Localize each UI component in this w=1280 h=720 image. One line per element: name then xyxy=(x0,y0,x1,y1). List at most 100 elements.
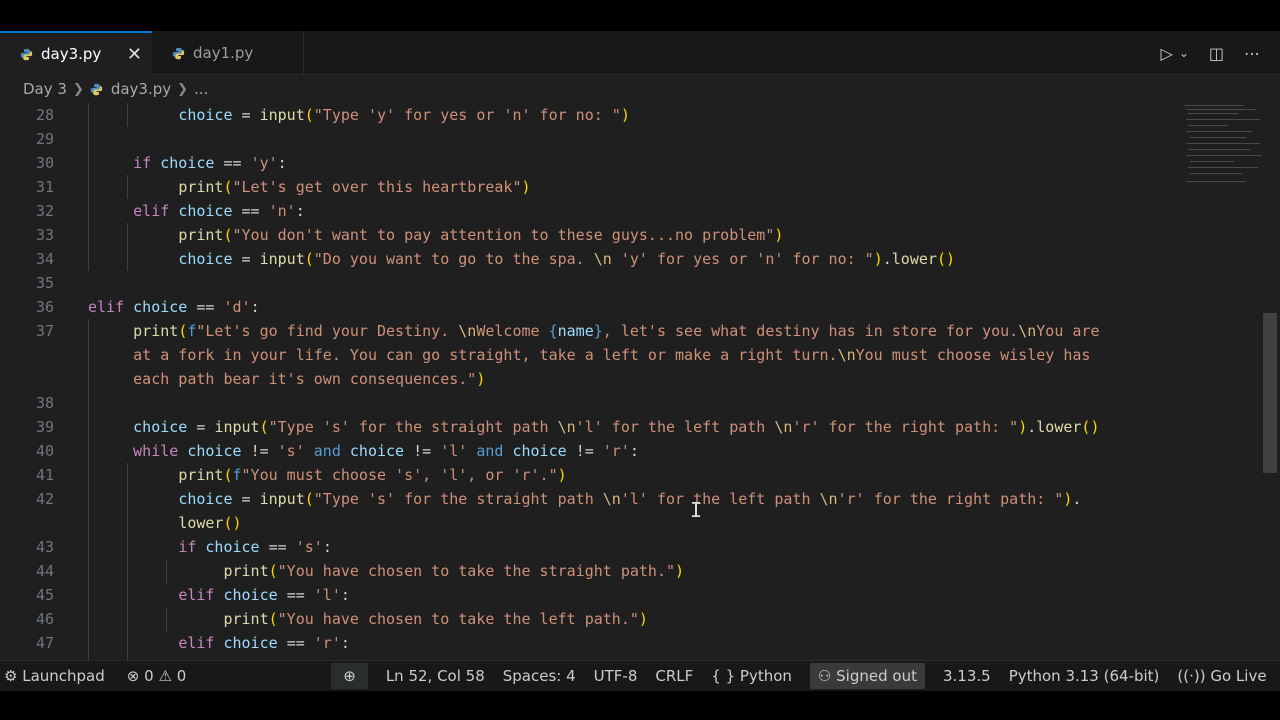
vertical-scrollbar[interactable] xyxy=(1263,313,1277,473)
launchpad-item[interactable]: ⚙ Launchpad xyxy=(4,667,105,685)
interpreter[interactable]: Python 3.13 (64-bit) xyxy=(1009,667,1160,685)
close-icon[interactable]: ✕ xyxy=(127,44,142,65)
line-number: 29 xyxy=(35,130,54,148)
code-line: print("Let's get over this heartbreak") xyxy=(178,178,531,196)
code-line: choice = input("Type 's' for the straigh… xyxy=(178,490,1082,508)
line-number: 38 xyxy=(35,394,54,412)
minimap-line xyxy=(1184,105,1244,106)
python-file-icon xyxy=(20,48,33,60)
code-line: elif choice == 'n': xyxy=(133,202,305,220)
line-number: 43 xyxy=(35,538,54,556)
minimap-line xyxy=(1186,181,1246,182)
code-editor[interactable]: 28 29 30 31 32 33 34 35 36 37 38 39 40 4… xyxy=(0,103,1280,660)
error-count: 0 xyxy=(144,667,154,685)
encoding[interactable]: UTF-8 xyxy=(594,667,638,685)
code-line: elif choice == 'd': xyxy=(88,298,260,316)
code-line: if choice == 'y': xyxy=(133,154,287,172)
chevron-right-icon: ❯ xyxy=(177,81,189,97)
line-number: 30 xyxy=(35,154,54,172)
minimap-line xyxy=(1188,125,1228,126)
language-mode[interactable]: { } Python xyxy=(711,667,792,685)
run-icon[interactable]: ▷ xyxy=(1161,44,1173,63)
code-line: choice = input("Do you want to go to the… xyxy=(178,250,955,268)
minimap-line xyxy=(1186,131,1252,132)
launchpad-label: Launchpad xyxy=(22,667,105,685)
line-number: 33 xyxy=(35,226,54,244)
code-area[interactable]: choice = input("Type 'y' for yes or 'n' … xyxy=(88,103,1178,660)
minimap-line xyxy=(1188,113,1238,114)
minimap-line xyxy=(1188,167,1258,168)
line-number: 31 xyxy=(35,178,54,196)
line-number: 47 xyxy=(35,634,54,652)
chevron-right-icon: ❯ xyxy=(72,81,84,97)
python-file-icon xyxy=(172,47,185,59)
minimap-line xyxy=(1186,155,1262,156)
cursor-position[interactable]: Ln 52, Col 58 xyxy=(386,667,485,685)
code-line: print("You have chosen to take the strai… xyxy=(223,562,685,580)
error-icon: ⊗ xyxy=(126,667,140,685)
minimap-line xyxy=(1190,137,1246,138)
code-line: print("You don't want to pay attention t… xyxy=(178,226,784,244)
account-label: Signed out xyxy=(836,667,917,685)
warning-icon: ⚠ xyxy=(158,667,172,685)
broadcast-icon: ((·)) xyxy=(1177,667,1206,685)
breadcrumb-folder[interactable]: Day 3 xyxy=(23,80,67,98)
go-live-item[interactable]: ((·)) Go Live xyxy=(1177,667,1266,685)
indentation[interactable]: Spaces: 4 xyxy=(503,667,576,685)
code-line: while choice != 's' and choice != 'l' an… xyxy=(133,442,639,460)
problems-item[interactable]: ⊗ 0 ⚠ 0 xyxy=(127,667,186,685)
line-number: 41 xyxy=(35,466,54,484)
line-number: 32 xyxy=(35,202,54,220)
line-number: 39 xyxy=(35,418,54,436)
line-number: 35 xyxy=(35,274,54,292)
breadcrumb: Day 3 ❯ day3.py ❯ ... xyxy=(0,75,1280,103)
window-top-bar xyxy=(0,0,1280,31)
code-line: at a fork in your life. You can go strai… xyxy=(133,346,1091,364)
split-editor-icon[interactable]: ◫ xyxy=(1209,44,1224,63)
status-bar: ⚙ Launchpad ⊗ 0 ⚠ 0 ⊕ Ln 52, Col 58 Spac… xyxy=(0,660,1280,691)
more-actions-icon[interactable]: ⋯ xyxy=(1244,44,1260,63)
line-number: 40 xyxy=(35,442,54,460)
tab-day3[interactable]: day3.py ✕ xyxy=(0,31,152,75)
braces-icon: { } xyxy=(711,667,736,685)
code-line: print(f"You must choose 's', 'l', or 'r'… xyxy=(178,466,567,484)
breadcrumb-file[interactable]: day3.py xyxy=(111,80,171,98)
editor-actions: ▷ ⌄ ◫ ⋯ xyxy=(1161,31,1280,75)
line-number: 42 xyxy=(35,490,54,508)
minimap[interactable] xyxy=(1180,103,1265,203)
language-label: Python xyxy=(739,667,792,685)
line-number-gutter: 28 29 30 31 32 33 34 35 36 37 38 39 40 4… xyxy=(0,103,70,660)
code-line: if choice == 's': xyxy=(178,538,332,556)
line-number: 36 xyxy=(35,298,54,316)
zoom-icon[interactable]: ⊕ xyxy=(331,663,368,689)
editor-tab-bar: day3.py ✕ day1.py ▷ ⌄ ◫ ⋯ xyxy=(0,31,1280,75)
window-bottom-bar xyxy=(0,691,1280,720)
minimap-line xyxy=(1186,109,1256,110)
line-number: 34 xyxy=(35,250,54,268)
tab-day1[interactable]: day1.py xyxy=(152,31,304,75)
tab-label: day1.py xyxy=(193,44,254,62)
python-version[interactable]: 3.13.5 xyxy=(943,667,991,685)
minimap-line xyxy=(1190,161,1234,162)
account-item[interactable]: ⚇ Signed out xyxy=(809,663,925,689)
tab-label: day3.py xyxy=(41,45,102,63)
breadcrumb-more[interactable]: ... xyxy=(194,80,208,98)
line-number: 44 xyxy=(35,562,54,580)
code-line: elif choice == 'l': xyxy=(178,586,350,604)
code-line: each path bear it's own consequences.") xyxy=(133,370,486,388)
code-line: elif choice == 'r': xyxy=(178,634,350,652)
minimap-line xyxy=(1186,119,1260,120)
code-line: choice = input("Type 's' for the straigh… xyxy=(133,418,1100,436)
go-live-label: Go Live xyxy=(1210,667,1267,685)
code-line: print("You have chosen to take the left … xyxy=(223,610,648,628)
minimap-line xyxy=(1188,149,1250,150)
minimap-line xyxy=(1190,173,1242,174)
minimap-line xyxy=(1186,143,1260,144)
python-file-icon xyxy=(90,83,103,95)
line-number: 45 xyxy=(35,586,54,604)
chevron-down-icon[interactable]: ⌄ xyxy=(1179,46,1189,60)
code-line: lower() xyxy=(178,514,242,532)
end-of-line[interactable]: CRLF xyxy=(655,667,693,685)
line-number: 46 xyxy=(35,610,54,628)
warning-count: 0 xyxy=(176,667,187,685)
